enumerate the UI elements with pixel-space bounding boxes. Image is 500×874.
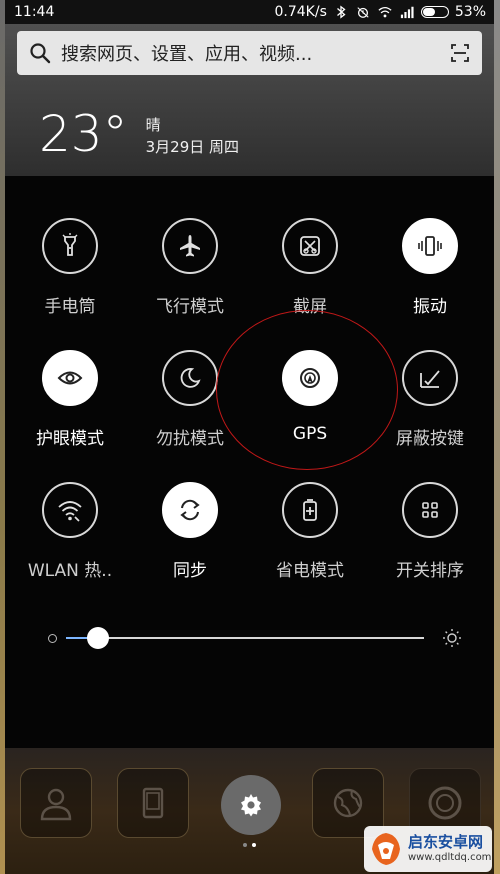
toggle-label: GPS — [292, 424, 328, 444]
block-keys-icon[interactable] — [402, 350, 458, 406]
toggle-label: 护眼模式 — [36, 429, 104, 449]
wifi-icon — [378, 6, 392, 18]
search-icon — [30, 43, 51, 64]
watermark-logo-icon — [372, 833, 400, 865]
settings-icon[interactable] — [221, 775, 281, 835]
watermark-text: 启东安卓网 www.qdltdq.com — [408, 833, 491, 865]
signal-icon — [400, 6, 414, 19]
page-indicator — [243, 843, 256, 847]
search-placeholder: 搜索网页、设置、应用、视频... — [61, 44, 313, 65]
weather-widget[interactable]: 23° 晴 3月29日 周四 — [39, 108, 239, 160]
sync-icon[interactable] — [162, 482, 218, 538]
toggle-block-keys[interactable]: 屏蔽按键 — [375, 350, 485, 449]
toggle-eye[interactable]: 护眼模式 — [15, 350, 125, 449]
search-bar[interactable]: 搜索网页、设置、应用、视频... — [17, 31, 482, 75]
status-time: 11:44 — [14, 4, 55, 20]
battery-saver-icon[interactable] — [282, 482, 338, 538]
toggle-label: 开关排序 — [396, 561, 464, 581]
weather-date: 3月29日 周四 — [145, 138, 240, 156]
toggle-label: 屏蔽按键 — [396, 429, 464, 449]
weather-condition: 晴 — [145, 116, 161, 134]
watermark-title: 启东安卓网 — [408, 833, 484, 851]
toggle-battery-saver[interactable]: 省电模式 — [255, 482, 365, 581]
toggle-label: WLAN 热.. — [27, 561, 113, 581]
weather-info: 晴 3月29日 周四 — [146, 114, 239, 158]
vibrate-icon[interactable] — [402, 218, 458, 274]
brightness-high-icon — [443, 629, 461, 647]
toggle-sync[interactable]: 同步 — [135, 482, 245, 581]
battery-icon — [420, 6, 449, 18]
toggle-label: 省电模式 — [276, 561, 344, 581]
header: 搜索网页、设置、应用、视频... 23° 晴 3月29日 周四 — [5, 24, 494, 176]
toggle-gps[interactable]: GPS — [255, 350, 365, 444]
toggle-screenshot[interactable]: 截屏 — [255, 218, 365, 317]
toggle-airplane[interactable]: 飞行模式 — [135, 218, 245, 317]
alarm-icon — [357, 7, 369, 18]
slider-track[interactable] — [66, 637, 424, 639]
status-icons: 0.74K/s 53% — [275, 4, 487, 20]
moon-icon[interactable] — [162, 350, 218, 406]
phone-icon[interactable] — [117, 768, 189, 838]
right-edge — [494, 0, 500, 874]
hotspot-icon[interactable] — [42, 482, 98, 538]
flashlight-icon[interactable] — [42, 218, 98, 274]
toggle-vibrate[interactable]: 振动 — [375, 218, 485, 317]
toggle-label: 飞行模式 — [156, 297, 224, 317]
airplane-icon[interactable] — [162, 218, 218, 274]
watermark-url: www.qdltdq.com — [408, 852, 492, 863]
toggle-label: 振动 — [413, 297, 447, 317]
toggle-label: 同步 — [173, 561, 207, 581]
toggle-moon[interactable]: 勿扰模式 — [135, 350, 245, 449]
brightness-slider[interactable] — [44, 626, 464, 650]
screenshot-icon[interactable] — [282, 218, 338, 274]
toggle-grid[interactable]: 开关排序 — [375, 482, 485, 581]
scan-icon[interactable] — [450, 43, 470, 63]
toggle-flashlight[interactable]: 手电筒 — [15, 218, 125, 317]
gps-icon[interactable] — [282, 350, 338, 406]
grid-icon[interactable] — [402, 482, 458, 538]
phone-screen: 11:44 0.74K/s 53% 搜索网页、设置、应用、视频... 23° 晴… — [0, 0, 500, 874]
watermark: 启东安卓网 www.qdltdq.com — [364, 826, 492, 872]
brightness-low-icon — [48, 634, 57, 643]
status-bar: 11:44 0.74K/s 53% — [5, 0, 494, 24]
page-dot — [252, 843, 256, 847]
toggle-label: 截屏 — [293, 297, 327, 317]
toggle-hotspot[interactable]: WLAN 热.. — [15, 482, 125, 581]
battery-fill — [422, 8, 436, 16]
contacts-icon[interactable] — [20, 768, 92, 838]
slider-thumb[interactable] — [87, 627, 110, 649]
network-speed: 0.74K/s — [274, 4, 327, 20]
bluetooth-icon — [336, 5, 346, 19]
temperature: 23° — [39, 105, 128, 163]
toggle-label: 勿扰模式 — [156, 429, 224, 449]
page-dot — [243, 843, 247, 847]
toggle-label: 手电筒 — [44, 297, 96, 317]
eye-icon[interactable] — [42, 350, 98, 406]
battery-percent: 53% — [454, 4, 486, 20]
